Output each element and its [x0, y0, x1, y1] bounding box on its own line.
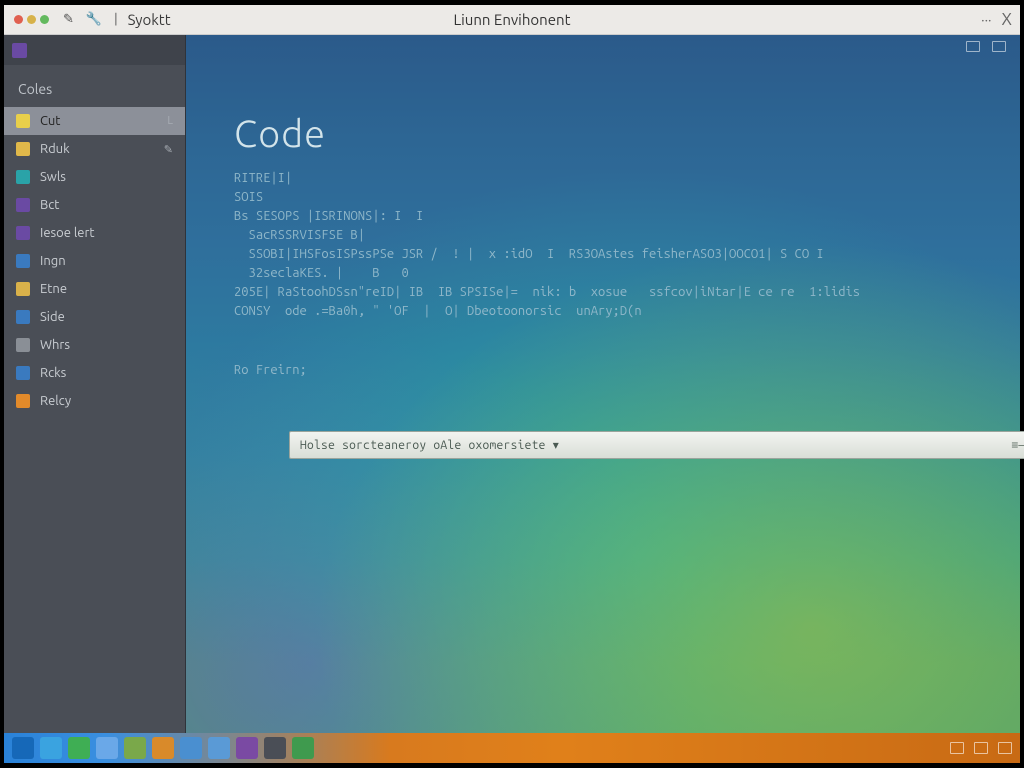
sidebar-item-icon	[16, 198, 30, 212]
code-line: CONSY ode .=Ba0h, " 'OF | O| Dbeotoonors…	[234, 302, 990, 321]
sidebar-item-etne[interactable]: Etne	[4, 275, 185, 303]
sidebar-item-label: Iesoe lert	[40, 226, 163, 240]
sidebar-item-rcks[interactable]: Rcks	[4, 359, 185, 387]
command-bar-controls: ≡— • ‹	[1011, 438, 1024, 452]
code-line: SSOBI|IHSFosISPssPSe JSR / ! | x :idO I …	[234, 245, 990, 264]
taskbar-cloud-icon[interactable]	[96, 737, 118, 759]
minimize-dot-icon[interactable]	[27, 15, 36, 24]
tray-icon-2[interactable]	[974, 742, 988, 754]
sidebar-item-label: Ingn	[40, 254, 163, 268]
sidebar-badge-icon	[12, 43, 27, 58]
sidebar: Coles Cut L Rduk ✎ Swls Bct Iesoe lert Ingn Etne…	[4, 35, 186, 733]
wrench-icon[interactable]: 🔧	[86, 12, 102, 27]
pencil-icon[interactable]: ✎	[63, 12, 74, 27]
titlebar-tools: ✎ 🔧 |	[63, 12, 118, 27]
menu-ellipsis[interactable]: ···	[981, 12, 991, 28]
page-title: Code	[234, 113, 990, 155]
split-icon[interactable]	[992, 41, 1006, 52]
tray-icon-3[interactable]	[998, 742, 1012, 754]
editor-topright	[966, 41, 1006, 52]
sidebar-item-cut[interactable]: Cut L	[4, 107, 185, 135]
code-line: SacRSSRVISFSE B|	[234, 226, 990, 245]
sidebar-item-icon	[16, 394, 30, 408]
sidebar-item-icon	[16, 282, 30, 296]
sidebar-item-icon	[16, 142, 30, 156]
sidebar-item-label: Rcks	[40, 366, 163, 380]
sidebar-section-title: Coles	[4, 65, 185, 107]
app-name: Syoktt	[128, 11, 171, 28]
sidebar-item-iesoe lert[interactable]: Iesoe lert	[4, 219, 185, 247]
sidebar-item-label: Cut	[40, 114, 157, 128]
sidebar-item-side[interactable]: Side	[4, 303, 185, 331]
sidebar-topstrip	[4, 35, 185, 65]
maximize-dot-icon[interactable]	[40, 15, 49, 24]
taskbar-sheets-icon[interactable]	[124, 737, 146, 759]
command-bar[interactable]: Holse sorcteaneroy oAle oxomersiete ▾ ≡—…	[289, 431, 1024, 459]
code-line: 32seclaKES. | B 0	[234, 264, 990, 283]
sidebar-item-label: Relcy	[40, 394, 163, 408]
code-line: 205E| RaStoohDSsn"reID| IB IB SPSISe|= n…	[234, 283, 990, 302]
window-controls	[4, 15, 49, 24]
workspace: Coles Cut L Rduk ✎ Swls Bct Iesoe lert Ingn Etne…	[4, 35, 1020, 733]
sidebar-item-icon	[16, 310, 30, 324]
taskbar-leaf-icon[interactable]	[68, 737, 90, 759]
taskbar-panel2-icon[interactable]	[208, 737, 230, 759]
sidebar-item-icon	[16, 366, 30, 380]
sidebar-item-label: Rduk	[40, 142, 154, 156]
taskbar-browser-icon[interactable]	[40, 737, 62, 759]
layout-icon[interactable]	[966, 41, 980, 52]
sidebar-item-ingn[interactable]: Ingn	[4, 247, 185, 275]
taskbar-term-icon[interactable]	[264, 737, 286, 759]
sidebar-item-icon	[16, 254, 30, 268]
editor[interactable]: Code RITRE|I|SOISBs SESOPS |ISRINONS|: I…	[234, 113, 990, 380]
sidebar-item-swls[interactable]: Swls	[4, 163, 185, 191]
divider-icon: |	[114, 12, 118, 27]
code-line: SOIS	[234, 188, 990, 207]
sidebar-item-label: Whrs	[40, 338, 163, 352]
sidebar-item-rduk[interactable]: Rduk ✎	[4, 135, 185, 163]
tray-icon-1[interactable]	[950, 742, 964, 754]
titlebar: ✎ 🔧 | Syoktt Liunn Envihonent ··· X	[4, 5, 1020, 35]
taskbar-purple-icon[interactable]	[236, 737, 258, 759]
taskbar-files-icon[interactable]	[152, 737, 174, 759]
sidebar-item-label: Side	[40, 310, 163, 324]
code-line: Bs SESOPS |ISRINONS|: I I	[234, 207, 990, 226]
sidebar-item-whrs[interactable]: Whrs	[4, 331, 185, 359]
close-icon[interactable]: X	[1002, 10, 1012, 29]
sidebar-item-tag: ✎	[164, 143, 173, 156]
code-line-after: Ro Freirn;	[234, 361, 990, 380]
taskbar	[4, 733, 1020, 763]
system-tray	[950, 742, 1012, 754]
editor-area: Code RITRE|I|SOISBs SESOPS |ISRINONS|: I…	[186, 35, 1020, 733]
sidebar-item-tag: L	[167, 115, 173, 127]
taskbar-start-icon[interactable]	[12, 737, 34, 759]
sidebar-item-icon	[16, 226, 30, 240]
app-window: ✎ 🔧 | Syoktt Liunn Envihonent ··· X Cole…	[4, 5, 1020, 763]
taskbar-green-icon[interactable]	[292, 737, 314, 759]
command-bar-text: Holse sorcteaneroy oAle oxomersiete ▾	[300, 438, 1011, 452]
code-line: RITRE|I|	[234, 169, 990, 188]
sidebar-item-bct[interactable]: Bct	[4, 191, 185, 219]
sidebar-item-relcy[interactable]: Relcy	[4, 387, 185, 415]
sidebar-item-icon	[16, 114, 30, 128]
sidebar-item-icon	[16, 338, 30, 352]
sidebar-item-label: Bct	[40, 198, 163, 212]
sidebar-item-label: Swls	[40, 170, 163, 184]
sidebar-item-icon	[16, 170, 30, 184]
list-icon[interactable]: ≡—	[1011, 438, 1024, 452]
taskbar-panel1-icon[interactable]	[180, 737, 202, 759]
sidebar-item-label: Etne	[40, 282, 163, 296]
close-dot-icon[interactable]	[14, 15, 23, 24]
